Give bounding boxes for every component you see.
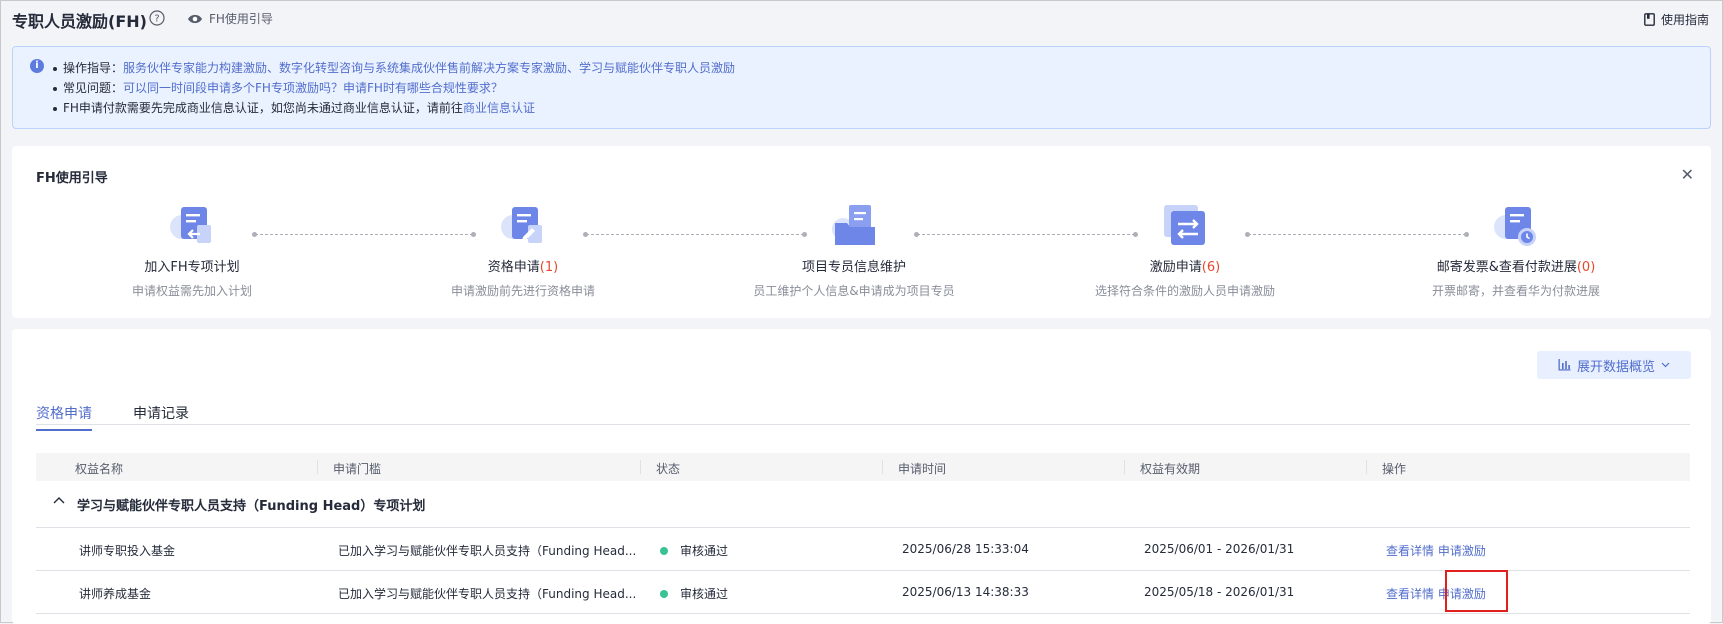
- info-certification-text: FH申请付款需要先完成商业信息认证，如您尚未通过商业信息认证，请前往: [63, 101, 463, 115]
- tab-bar: 资格申请 申请记录: [36, 389, 1690, 431]
- step-desc: 员工维护个人信息&申请成为项目专员: [753, 284, 955, 298]
- column-header: 状态: [656, 462, 681, 476]
- bar-chart-icon: [1558, 359, 1571, 371]
- group-title: 学习与赋能伙伴专职人员支持（Funding Head）专项计划: [77, 499, 426, 514]
- fh-guide-card: FH使用引导 ✕ 加入FH专项计划 申请权益需先加入计划 资格申请(1) 申请激…: [12, 146, 1711, 318]
- document-arrow-icon: [167, 203, 217, 251]
- info-guide-prefix: 操作指导：: [63, 61, 124, 75]
- step-desc: 开票邮寄，并查看华为付款进展: [1431, 284, 1600, 298]
- info-line-faq: 常见问题：可以同一时间段申请多个FH专项激励吗？申请FH时有哪些合规性要求？: [53, 79, 503, 96]
- info-guide-link[interactable]: 服务伙伴专家能力构建激励、数字化转型咨询与系统集成伙伴售前解决方案专家激励、学习…: [123, 61, 735, 75]
- fh-guide-link[interactable]: FH使用引导: [187, 10, 273, 27]
- step-incentive-apply[interactable]: 激励申请(6) 选择符合条件的激励人员申请激励: [1055, 203, 1315, 299]
- table-row: 讲师养成基金 已加入学习与赋能伙伴专职人员支持（Funding Head... …: [36, 570, 1690, 614]
- info-banner: i 操作指导：服务伙伴专家能力构建激励、数字化转型咨询与系统集成伙伴售前解决方案…: [12, 46, 1711, 129]
- folder-document-icon: [829, 203, 879, 251]
- column-divider: [882, 460, 883, 474]
- business-certification-link[interactable]: 商业信息认证: [463, 101, 535, 115]
- group-row: 学习与赋能伙伴专职人员支持（Funding Head）专项计划: [36, 481, 1690, 528]
- document-clock-icon: [1491, 203, 1541, 251]
- apply-threshold: 已加入学习与赋能伙伴专职人员支持（Funding Head...: [338, 544, 637, 558]
- apply-time: 2025/06/28 15:33:04: [902, 542, 1029, 556]
- tab-application-records[interactable]: 申请记录: [133, 403, 189, 423]
- step-qualification[interactable]: 资格申请(1) 申请激励前先进行资格申请: [393, 203, 653, 299]
- book-icon: [1644, 13, 1655, 26]
- step-desc: 选择符合条件的激励人员申请激励: [1094, 284, 1275, 298]
- status-dot-icon: [660, 589, 668, 598]
- table-header: 权益名称 申请门槛 状态 申请时间 权益有效期 操作: [36, 453, 1690, 481]
- step-desc: 申请激励前先进行资格申请: [450, 284, 595, 298]
- exchange-icon: [1160, 203, 1210, 251]
- step-count: (6): [1201, 260, 1221, 275]
- apply-time: 2025/06/13 14:38:33: [902, 585, 1029, 599]
- svg-text:?: ?: [154, 14, 159, 25]
- guide-title: FH使用引导: [36, 171, 108, 186]
- benefit-name: 讲师养成基金: [79, 587, 152, 601]
- help-icon[interactable]: ?: [149, 10, 165, 26]
- step-name: 邮寄发票&查看付款进展: [1436, 260, 1577, 275]
- chevron-down-icon: [1661, 362, 1670, 368]
- tab-qualification[interactable]: 资格申请: [36, 403, 92, 431]
- validity-period: 2025/05/18 - 2026/01/31: [1144, 585, 1295, 599]
- close-icon[interactable]: ✕: [1681, 165, 1694, 184]
- eye-icon: [188, 14, 202, 23]
- column-divider: [640, 460, 641, 474]
- apply-threshold: 已加入学习与赋能伙伴专职人员支持（Funding Head...: [338, 587, 637, 601]
- column-divider: [1366, 460, 1367, 474]
- user-manual-link[interactable]: 使用指南: [1644, 11, 1709, 28]
- step-name: 资格申请: [487, 260, 540, 275]
- table-row: 讲师专职投入基金 已加入学习与赋能伙伴专职人员支持（Funding Head..…: [36, 528, 1690, 571]
- step-desc: 申请权益需先加入计划: [131, 284, 252, 298]
- expand-overview-label: 展开数据概览: [1576, 359, 1655, 375]
- status-dot-icon: [660, 546, 668, 555]
- validity-period: 2025/06/01 - 2026/01/31: [1144, 542, 1295, 556]
- column-header: 申请时间: [898, 462, 947, 476]
- info-faq-prefix: 常见问题：: [63, 81, 124, 95]
- status-text: 审核通过: [680, 544, 729, 558]
- info-line-certification: FH申请付款需要先完成商业信息认证，如您尚未通过商业信息认证，请前往商业信息认证: [53, 99, 535, 116]
- step-project-info[interactable]: 项目专员信息维护 员工维护个人信息&申请成为项目专员: [724, 203, 984, 299]
- column-header: 权益名称: [75, 462, 124, 476]
- column-divider: [317, 460, 318, 474]
- page-title: 专职人员激励(FH): [12, 12, 147, 31]
- view-details-link[interactable]: 查看详情: [1386, 544, 1434, 558]
- document-edit-icon: [498, 203, 548, 251]
- fh-guide-label: FH使用引导: [209, 12, 273, 26]
- info-icon: i: [30, 59, 44, 73]
- step-name: 项目专员信息维护: [801, 260, 906, 275]
- chevron-up-icon[interactable]: [53, 496, 65, 504]
- view-details-link[interactable]: 查看详情: [1386, 587, 1434, 601]
- page-header: 专职人员激励(FH) ? FH使用引导 使用指南: [1, 1, 1722, 39]
- step-name: 加入FH专项计划: [144, 260, 240, 275]
- column-header: 权益有效期: [1140, 462, 1201, 476]
- benefit-name: 讲师专职投入基金: [79, 544, 176, 558]
- status-cell: 审核通过: [660, 585, 728, 602]
- step-invoice-payment[interactable]: 邮寄发票&查看付款进展(0) 开票邮寄，并查看华为付款进展: [1386, 203, 1646, 299]
- column-divider: [1124, 460, 1125, 474]
- expand-overview-button[interactable]: 展开数据概览: [1537, 351, 1691, 379]
- user-manual-label: 使用指南: [1660, 13, 1709, 27]
- qualification-table: 权益名称 申请门槛 状态 申请时间 权益有效期 操作 学习与赋能伙伴专职人员支持…: [36, 453, 1690, 614]
- status-text: 审核通过: [680, 587, 729, 601]
- step-count: (1): [539, 260, 559, 275]
- step-name: 激励申请: [1149, 260, 1202, 275]
- column-header: 操作: [1382, 462, 1407, 476]
- status-cell: 审核通过: [660, 542, 728, 559]
- info-line-guide: 操作指导：服务伙伴专家能力构建激励、数字化转型咨询与系统集成伙伴售前解决方案专家…: [53, 59, 735, 76]
- info-faq-link[interactable]: 可以同一时间段申请多个FH专项激励吗？申请FH时有哪些合规性要求？: [123, 81, 503, 95]
- qualification-card: 展开数据概览 资格申请 申请记录 权益名称 申请门槛 状态 申请时间 权益有效期…: [12, 329, 1711, 624]
- step-join-plan[interactable]: 加入FH专项计划 申请权益需先加入计划: [62, 203, 322, 299]
- actions-cell: 查看详情 申请激励: [1386, 542, 1486, 559]
- column-header: 申请门槛: [333, 462, 382, 476]
- apply-incentive-link[interactable]: 申请激励: [1438, 544, 1486, 558]
- highlight-box: [1445, 570, 1508, 612]
- step-count: (0): [1576, 260, 1596, 275]
